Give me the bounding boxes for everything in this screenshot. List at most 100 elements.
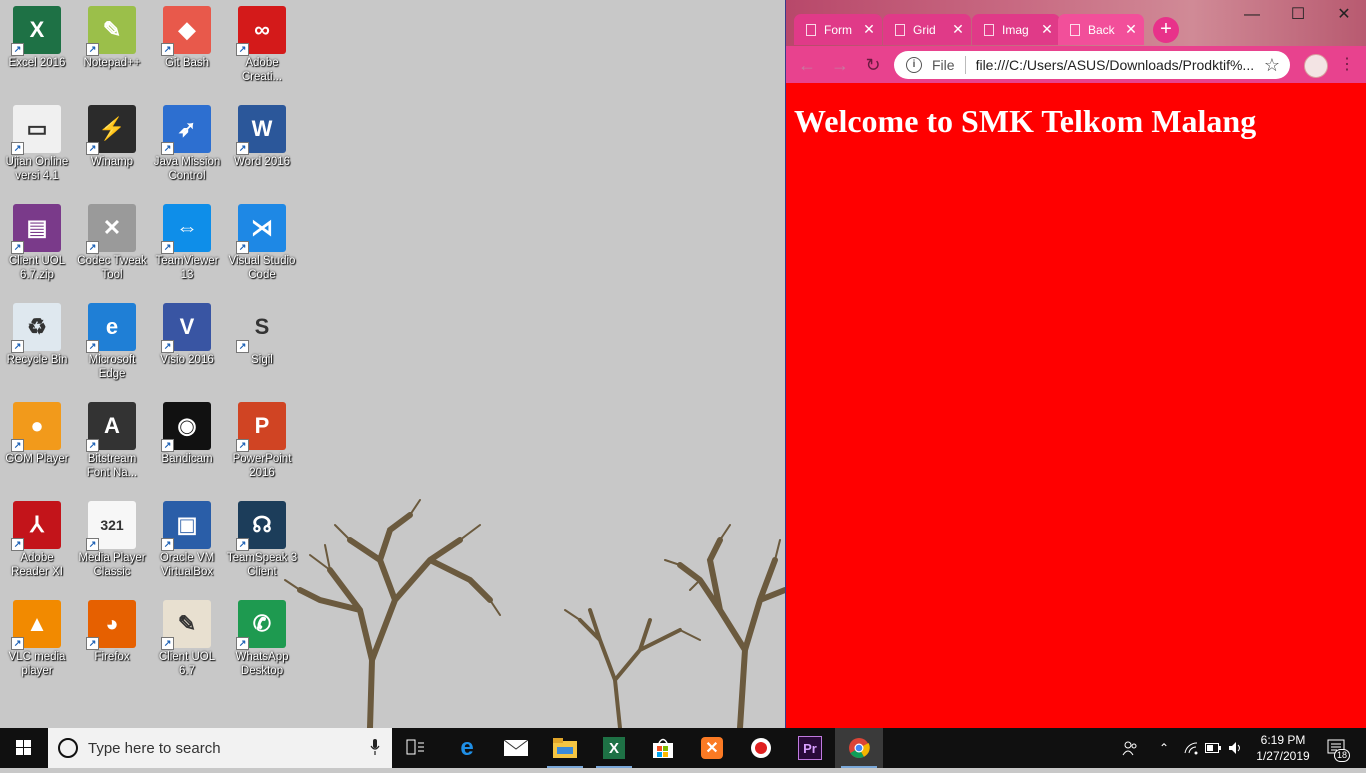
system-clock[interactable]: 6:19 PM 1/27/2019 [1252,732,1314,764]
desktop-shortcut[interactable]: ➶ ↗ Java Mission Control [150,99,224,183]
close-icon[interactable]: ✕ [1040,21,1054,38]
desktop-shortcut[interactable]: W ↗ Word 2016 [225,99,299,169]
reload-button[interactable]: ↻ [862,54,884,76]
browser-toolbar: ← → ↻ i File file:///C:/Users/ASUS/Downl… [786,46,1366,83]
taskbar-bandicam[interactable] [737,728,785,768]
maximize-button[interactable]: ☐ [1275,0,1321,30]
close-icon[interactable]: ✕ [951,21,965,38]
desktop-shortcut[interactable]: ⅄ ↗ Adobe Reader XI [0,495,74,579]
desktop-shortcut[interactable]: ◉ ↗ Bandicam [150,396,224,466]
shortcut-arrow-icon: ↗ [161,637,174,650]
adobe-cc-icon: ∞ ↗ [236,6,286,56]
info-icon[interactable]: i [906,57,922,73]
shortcut-arrow-icon: ↗ [236,142,249,155]
taskbar-file-explorer[interactable] [541,728,589,768]
shortcut-arrow-icon: ↗ [11,43,24,56]
desktop-shortcut[interactable]: ▭ ↗ Ujian Online versi 4.1 [0,99,74,183]
close-icon[interactable]: ✕ [862,21,876,38]
task-view-button[interactable] [392,728,440,768]
desktop-shortcut[interactable]: e ↗ Microsoft Edge [75,297,149,381]
new-tab-button[interactable]: + [1153,17,1179,43]
taskbar-xampp[interactable]: ✕ [688,728,736,768]
desktop-shortcut[interactable]: ▤ ↗ Client UOL 6.7.zip [0,198,74,282]
network-button[interactable] [1180,728,1202,768]
desktop-shortcut[interactable]: ◕ ↗ Firefox [75,594,149,664]
tab-form[interactable]: Form ✕ [794,14,882,45]
taskbar-store[interactable] [639,728,687,768]
taskbar-edge[interactable]: e [443,728,491,768]
shortcut-arrow-icon: ↗ [161,538,174,551]
action-center-button[interactable]: 18 [1320,728,1354,768]
battery-button[interactable] [1203,728,1223,768]
taskbar-chrome[interactable] [835,728,883,768]
desktop-shortcut[interactable]: ∞ ↗ Adobe Creati... [225,0,299,84]
page-icon [1070,23,1080,36]
desktop-shortcut[interactable]: ✎ ↗ Notepad++ [75,0,149,70]
tab-image[interactable]: Imag ✕ [972,14,1060,45]
taskbar-search[interactable]: Type here to search [48,728,392,768]
desktop-shortcut[interactable]: ▲ ↗ VLC media player [0,594,74,678]
desktop-shortcut[interactable]: P ↗ PowerPoint 2016 [225,396,299,480]
taskbar-premiere[interactable]: Pr [786,728,834,768]
show-hidden-icons[interactable]: ⌃ [1154,728,1174,768]
volume-button[interactable] [1225,728,1247,768]
notification-count: 18 [1333,749,1350,762]
tab-title: Form [824,22,852,37]
shortcut-arrow-icon: ↗ [236,538,249,551]
desktop-shortcut[interactable]: ♻ ↗ Recycle Bin [0,297,74,367]
desktop-shortcut[interactable]: X ↗ Excel 2016 [0,0,74,70]
profile-avatar[interactable] [1304,54,1328,78]
desktop-shortcut[interactable]: ⚡ ↗ Winamp [75,99,149,169]
shortcut-label: Java Mission Control [153,156,221,182]
search-placeholder: Type here to search [88,739,221,757]
tab-background[interactable]: Back ✕ [1058,14,1144,45]
edge-icon: e ↗ [86,303,136,353]
shortcut-label: GOM Player [5,453,69,465]
gom-player-icon: ● ↗ [11,402,61,452]
desktop-shortcut[interactable]: ✕ ↗ Codec Tweak Tool [75,198,149,282]
desktop-shortcut[interactable]: ▣ ↗ Oracle VM VirtualBox [150,495,224,579]
close-icon[interactable]: ✕ [1124,21,1138,38]
shortcut-label: Word 2016 [233,156,291,168]
desktop-shortcut[interactable]: ⇔ ↗ TeamViewer 13 [150,198,224,282]
start-button[interactable] [0,728,48,768]
minimize-button[interactable]: — [1229,0,1275,30]
desktop-shortcut[interactable]: 321 ↗ Media Player Classic [75,495,149,579]
tab-title: Imag [1002,22,1029,37]
teamviewer-icon: ⇔ ↗ [161,204,211,254]
desktop-shortcut[interactable]: A ↗ Bitstream Font Na... [75,396,149,480]
taskbar-excel[interactable]: X [590,728,638,768]
taskbar-mail[interactable] [492,728,540,768]
desktop-shortcut[interactable]: ☊ ↗ TeamSpeak 3 Client [225,495,299,579]
back-button[interactable]: ← [796,54,818,76]
wifi-icon [1184,742,1198,755]
desktop-shortcut[interactable]: ● ↗ GOM Player [0,396,74,466]
address-bar[interactable]: i File file:///C:/Users/ASUS/Downloads/P… [894,51,1290,79]
url-text[interactable]: file:///C:/Users/ASUS/Downloads/Prodktif… [976,57,1264,73]
more-menu-icon[interactable]: ⋮ [1339,54,1355,76]
shortcut-label: VLC media player [8,651,66,677]
desktop-shortcut[interactable]: S ↗ Sigil [225,297,299,367]
page-icon [895,23,905,36]
people-button[interactable] [1118,728,1142,768]
shortcut-label: Adobe Reader XI [11,552,63,578]
close-window-button[interactable]: ✕ [1321,0,1366,30]
shortcut-label: Firefox [94,651,130,663]
microphone-icon[interactable] [370,739,380,755]
page-content: Welcome to SMK Telkom Malang [786,83,1366,728]
winamp-icon: ⚡ ↗ [86,105,136,155]
shortcut-label: Bandicam [161,453,213,465]
notepadpp-icon: ✎ ↗ [86,6,136,56]
shortcut-label: TeamSpeak 3 Client [226,552,298,578]
desktop-shortcut[interactable]: ✆ ↗ WhatsApp Desktop [225,594,299,678]
desktop-shortcut[interactable]: ✎ ↗ Client UOL 6.7 [150,594,224,678]
mpc-icon: 321 ↗ [86,501,136,551]
desktop-shortcut[interactable]: ⋊ ↗ Visual Studio Code [225,198,299,282]
tab-grid[interactable]: Grid ✕ [883,14,971,45]
mail-icon [504,740,528,756]
bookmark-star-icon[interactable]: ☆ [1264,55,1280,76]
shortcut-arrow-icon: ↗ [11,241,24,254]
forward-button[interactable]: → [829,54,851,76]
desktop-shortcut[interactable]: V ↗ Visio 2016 [150,297,224,367]
desktop-shortcut[interactable]: ◆ ↗ Git Bash [150,0,224,70]
